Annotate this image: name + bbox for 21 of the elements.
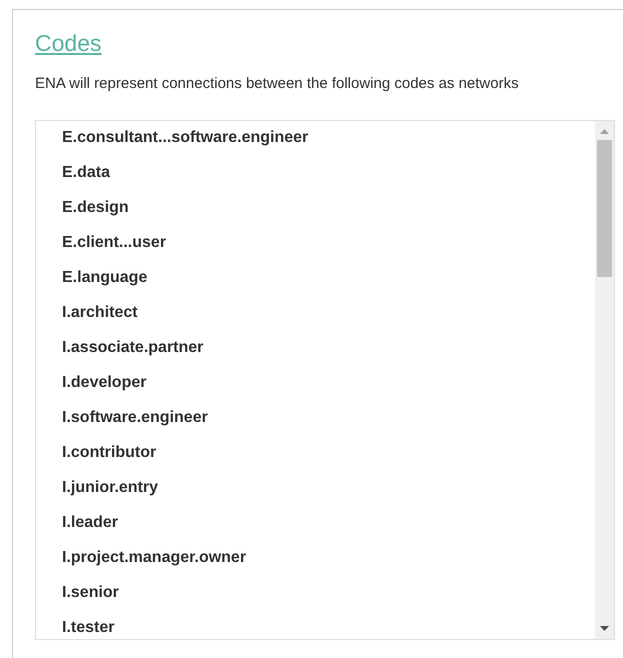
code-item: I.developer	[62, 373, 146, 393]
scrollbar[interactable]	[595, 120, 614, 638]
code-item: I.associate.partner	[62, 338, 204, 358]
code-item: I.software.engineer	[62, 408, 208, 428]
description: ENA will represent connections between the following codes as networks	[35, 74, 520, 94]
code-item: E.client...user	[62, 233, 166, 253]
code-item: I.senior	[62, 583, 119, 603]
code-item: E.language	[62, 268, 148, 288]
code-item: I.leader	[62, 513, 118, 533]
section-title-link[interactable]: Codes	[35, 26, 102, 60]
code-item: I.contributor	[62, 443, 156, 463]
scroll-down-icon[interactable]	[600, 626, 609, 630]
code-item: E.data	[62, 163, 110, 183]
scrollbar-thumb[interactable]	[597, 140, 612, 276]
code-item: E.design	[62, 198, 129, 218]
code-item: I.tester	[62, 618, 114, 638]
code-item: I.junior.entry	[62, 478, 158, 498]
code-item: E.consultant...software.engineer	[62, 128, 308, 148]
scroll-up-icon[interactable]	[600, 128, 609, 134]
code-item: I.architect	[62, 303, 138, 323]
code-item: I.project.manager.owner	[62, 548, 246, 568]
